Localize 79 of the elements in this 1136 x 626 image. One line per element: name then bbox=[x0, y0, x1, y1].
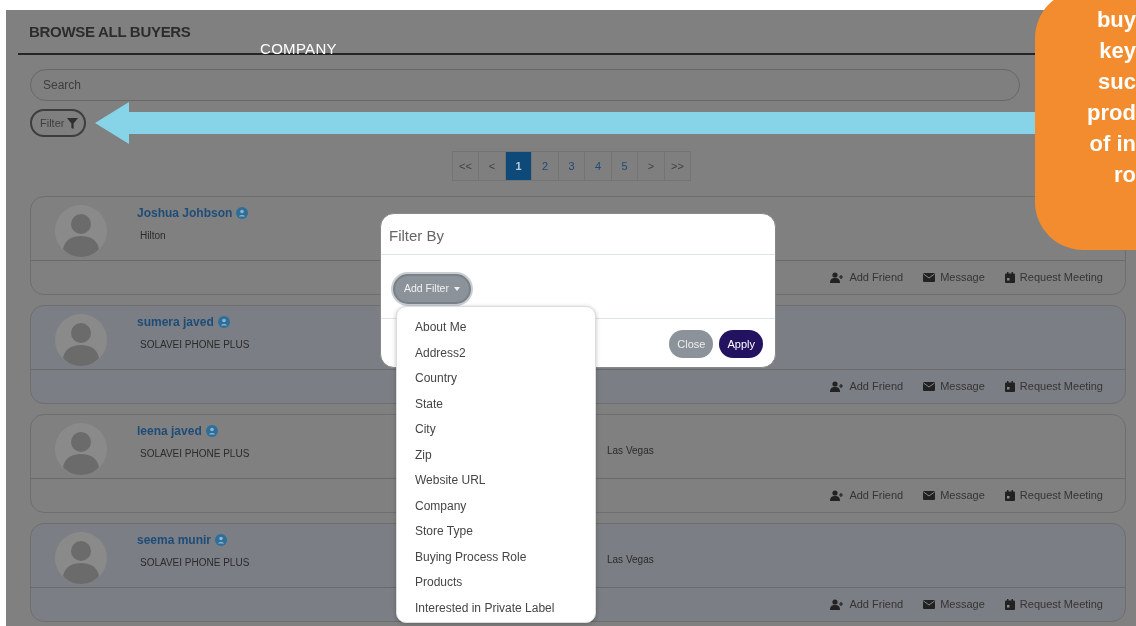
menu-item[interactable]: Interested in Private Label bbox=[397, 595, 595, 621]
callout-text: of in bbox=[1089, 130, 1136, 158]
avatar bbox=[55, 532, 107, 584]
annotation-label: COMPANY bbox=[260, 39, 337, 59]
request-meeting-link[interactable]: Request Meeting bbox=[1004, 487, 1103, 504]
page-link[interactable]: 5 bbox=[610, 151, 639, 181]
menu-item[interactable]: City bbox=[397, 417, 595, 443]
callout-text: buy bbox=[1096, 6, 1136, 34]
menu-item[interactable]: Zip bbox=[397, 442, 595, 468]
callout-text: suc bbox=[1098, 68, 1136, 96]
menu-item[interactable]: Country bbox=[397, 366, 595, 392]
calendar-icon bbox=[1004, 599, 1015, 610]
menu-item[interactable]: Store Type bbox=[397, 519, 595, 545]
company-name: SOLAVEI PHONE PLUS bbox=[140, 447, 250, 461]
page-link[interactable]: 2 bbox=[531, 151, 559, 181]
menu-item[interactable]: Buying Process Role bbox=[397, 544, 595, 570]
envelope-icon bbox=[923, 382, 936, 391]
filter-button[interactable]: Filter bbox=[30, 109, 87, 137]
envelope-icon bbox=[923, 273, 936, 282]
buyer-name[interactable]: sumera javed bbox=[137, 313, 214, 331]
company-name: SOLAVEI PHONE PLUS bbox=[140, 338, 250, 352]
request-meeting-link[interactable]: Request Meeting bbox=[1004, 378, 1103, 395]
avatar bbox=[55, 423, 107, 475]
avatar bbox=[55, 314, 107, 366]
request-meeting-link[interactable]: Request Meeting bbox=[1004, 269, 1103, 286]
add-friend-link[interactable]: Add Friend bbox=[830, 596, 904, 613]
buyer-name[interactable]: seema munir bbox=[137, 531, 212, 549]
page-link[interactable]: >> bbox=[663, 151, 692, 181]
person-plus-icon bbox=[830, 381, 845, 392]
dialog-title: Filter By bbox=[381, 214, 775, 255]
message-link[interactable]: Message bbox=[923, 269, 985, 286]
message-link[interactable]: Message bbox=[923, 378, 985, 395]
page-link[interactable]: < bbox=[478, 151, 506, 181]
page-link[interactable]: > bbox=[637, 151, 665, 181]
page-link[interactable]: 3 bbox=[557, 151, 586, 181]
buyer-name[interactable]: Joshua Johbson bbox=[137, 204, 233, 222]
menu-item[interactable]: Products bbox=[397, 570, 595, 596]
calendar-icon bbox=[1004, 272, 1015, 283]
callout-text: key bbox=[1099, 37, 1136, 65]
message-link[interactable]: Message bbox=[923, 596, 985, 613]
city-name: Las Vegas bbox=[607, 553, 654, 567]
menu-item[interactable]: About Me bbox=[397, 315, 595, 341]
search-field[interactable]: Search bbox=[30, 69, 1020, 101]
page-link[interactable]: 4 bbox=[584, 151, 612, 181]
buyer-name[interactable]: leena javed bbox=[137, 422, 202, 440]
add-friend-link[interactable]: Add Friend bbox=[830, 487, 904, 504]
company-name: SOLAVEI PHONE PLUS bbox=[140, 556, 250, 570]
envelope-icon bbox=[923, 600, 936, 609]
page-link[interactable]: 1 bbox=[504, 151, 533, 181]
page-link[interactable]: << bbox=[451, 151, 480, 181]
add-filter-button[interactable]: Add Filter bbox=[393, 274, 471, 304]
person-plus-icon bbox=[830, 272, 845, 283]
add-friend-link[interactable]: Add Friend bbox=[830, 269, 904, 286]
callout-text: prod bbox=[1087, 99, 1136, 127]
add-friend-link[interactable]: Add Friend bbox=[830, 378, 904, 395]
calendar-icon bbox=[1004, 490, 1015, 501]
apply-button[interactable]: Apply bbox=[719, 330, 763, 358]
close-button[interactable]: Close bbox=[669, 330, 714, 358]
company-name: Hilton bbox=[140, 229, 166, 243]
menu-item[interactable]: Website URL bbox=[397, 468, 595, 494]
verified-icon bbox=[236, 207, 249, 219]
request-meeting-link[interactable]: Request Meeting bbox=[1004, 596, 1103, 613]
person-plus-icon bbox=[830, 599, 845, 610]
message-link[interactable]: Message bbox=[923, 487, 985, 504]
verified-icon bbox=[217, 316, 230, 328]
avatar bbox=[55, 205, 107, 257]
menu-item[interactable]: State bbox=[397, 391, 595, 417]
funnel-icon bbox=[67, 117, 79, 129]
verified-icon bbox=[205, 425, 218, 437]
person-plus-icon bbox=[830, 490, 845, 501]
menu-item[interactable]: Address2 bbox=[397, 340, 595, 366]
calendar-icon bbox=[1004, 381, 1015, 392]
callout-text: ro bbox=[1114, 161, 1136, 189]
envelope-icon bbox=[923, 491, 936, 500]
page-title: BROWSE ALL BUYERS bbox=[29, 21, 191, 42]
menu-item[interactable]: Company bbox=[397, 493, 595, 519]
verified-icon bbox=[215, 534, 228, 546]
city-name: Las Vegas bbox=[607, 444, 654, 458]
caret-icon bbox=[453, 287, 460, 291]
